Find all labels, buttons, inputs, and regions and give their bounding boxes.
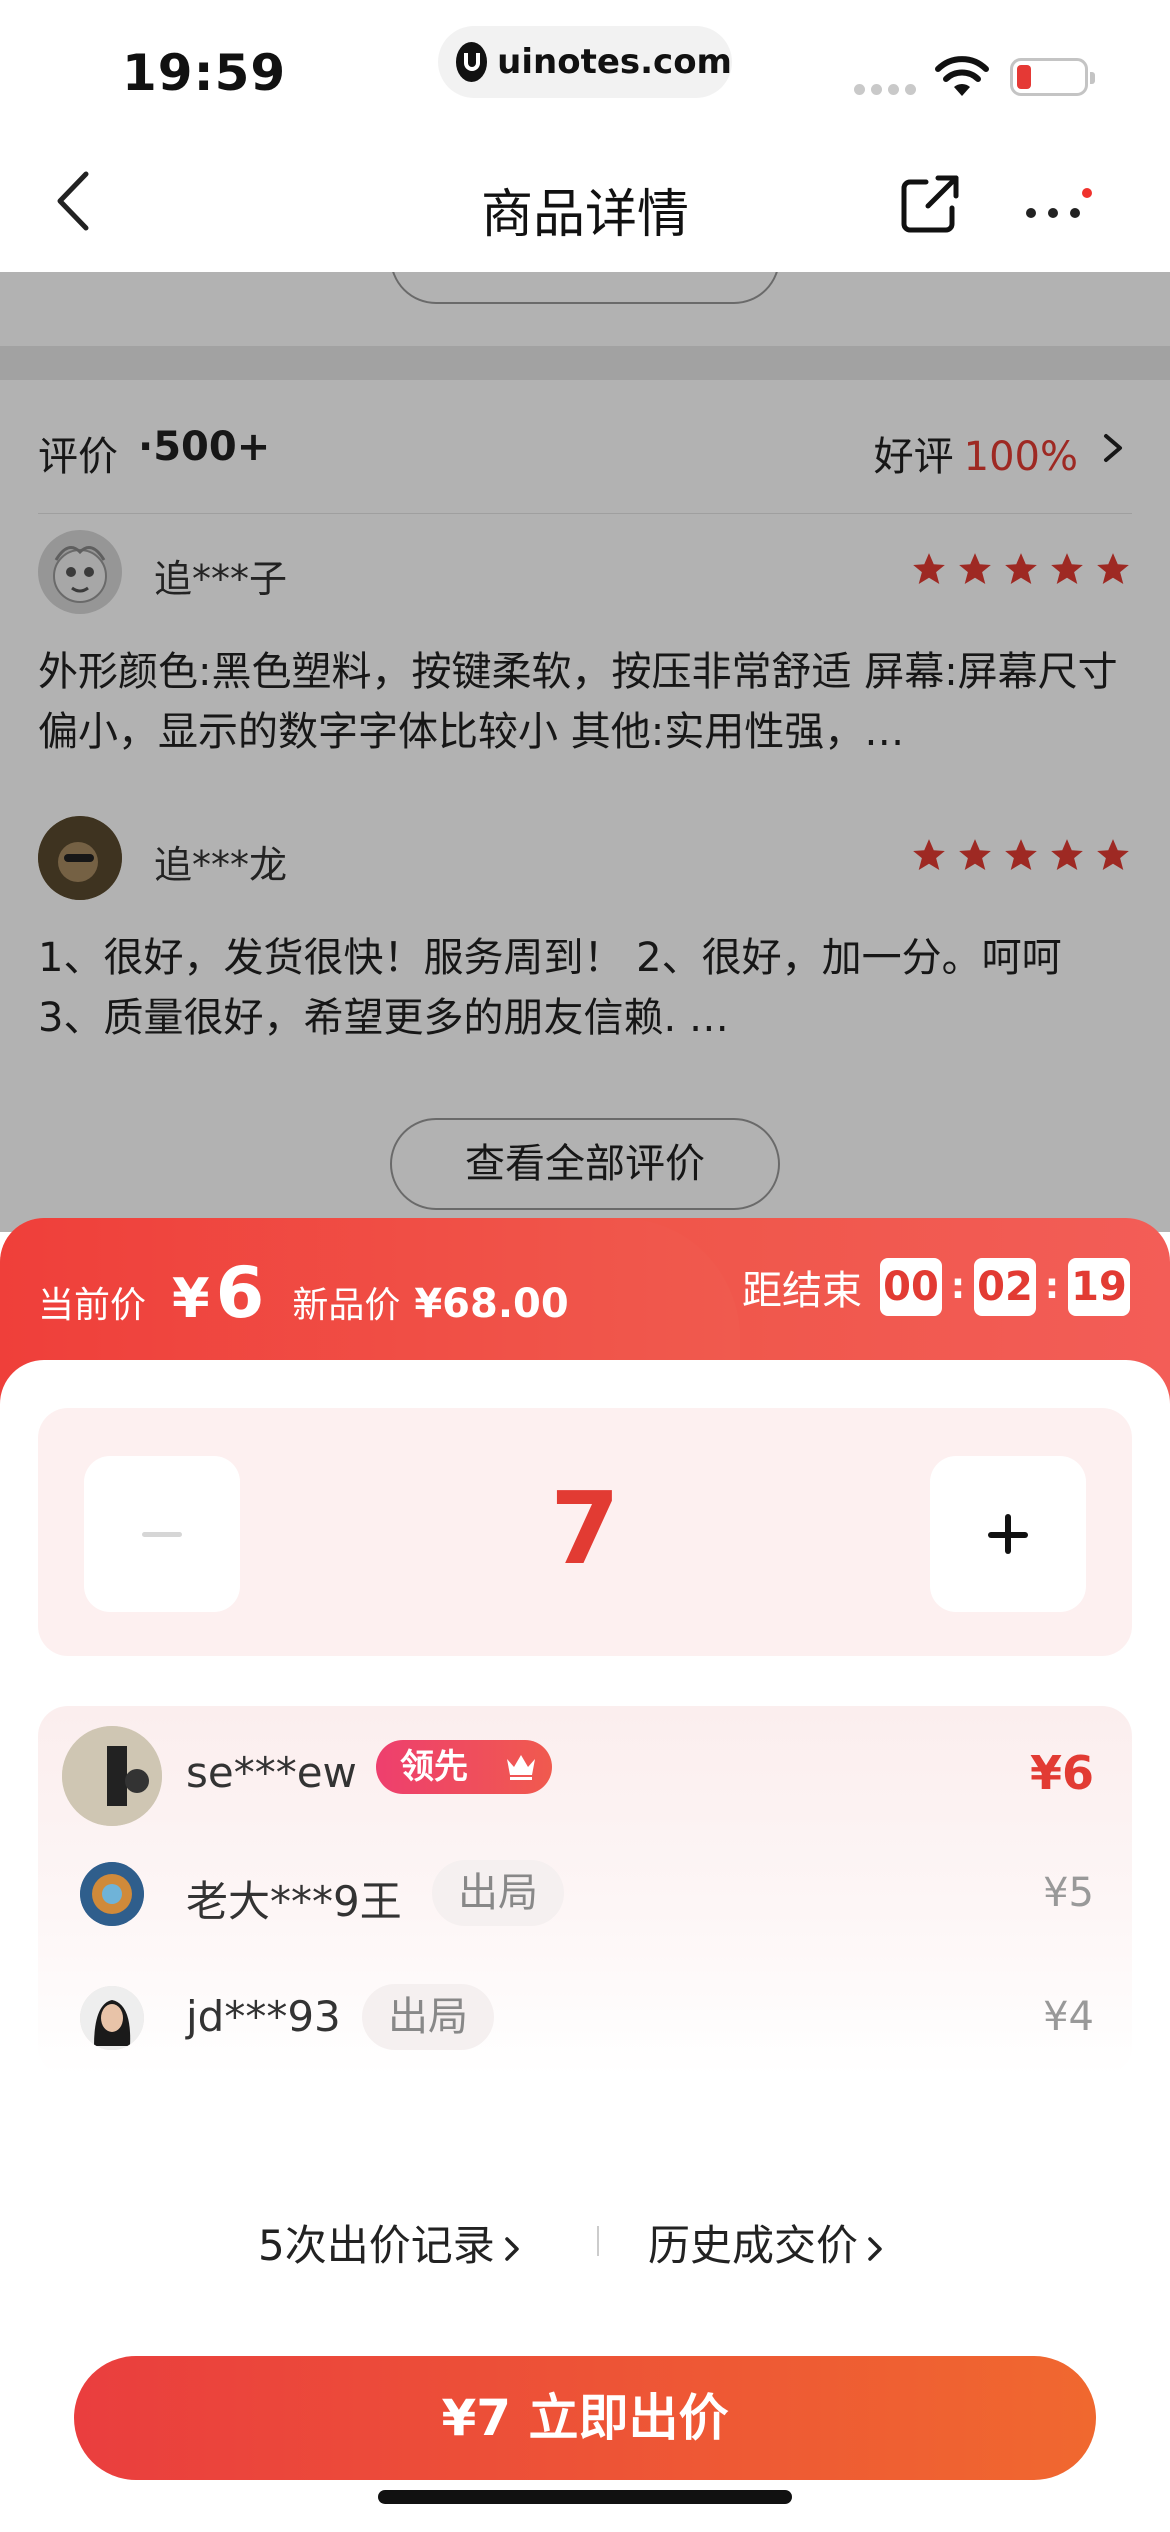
modal-backdrop[interactable]	[0, 272, 1170, 1232]
currency-symbol: ¥	[172, 1267, 210, 1330]
history-price-link[interactable]: 历史成交价	[648, 2212, 886, 2273]
more-options-button[interactable]	[1026, 188, 1092, 228]
outbid-tag: 出局	[362, 1984, 494, 2050]
price-info: 当前价 ¥ 6 新品价 ¥68.00	[38, 1252, 569, 1334]
outbid-tag: 出局	[432, 1860, 564, 1926]
bidder-name: 老大***9王	[186, 1877, 402, 1926]
status-bar: 19:59 uinotes.com	[0, 0, 1170, 130]
bid-amount: ¥4	[1043, 1994, 1094, 2040]
new-price-label: 新品价	[292, 1285, 401, 1326]
bid-amount: ¥5	[1043, 1870, 1094, 1916]
bid-amount: ¥6	[1029, 1746, 1094, 1800]
countdown-label: 距结束	[742, 1268, 862, 1314]
battery-icon	[1010, 58, 1095, 96]
avatar	[80, 1986, 144, 2050]
bid-row-leader: se***ew 领先 ¥6	[38, 1706, 1132, 1826]
new-price: ¥68.00	[414, 1281, 569, 1327]
status-time: 19:59	[122, 44, 287, 102]
place-bid-button[interactable]: ¥7 立即出价	[74, 2356, 1096, 2480]
bid-history-links: 5次出价记录 历史成交价	[0, 2206, 1170, 2276]
bidder-name: jd***93	[186, 1992, 341, 2041]
leading-badge: 领先	[376, 1740, 552, 1794]
countdown-timer: 距结束 00 : 02 : 19	[742, 1258, 1130, 1316]
crown-icon	[507, 1755, 535, 1780]
current-price-label: 当前价	[38, 1285, 147, 1326]
bid-row: jd***93 出局 ¥4	[38, 1954, 1132, 2074]
wifi-icon	[935, 56, 989, 96]
avatar	[80, 1862, 144, 1926]
chevron-right-icon	[868, 2236, 882, 2261]
page-title: 商品详情	[480, 185, 689, 245]
avatar	[62, 1726, 162, 1826]
notification-dot-icon	[1082, 188, 1092, 198]
nav-bar: 商品详情	[0, 130, 1170, 272]
cellular-signal-icon	[854, 84, 916, 95]
share-icon[interactable]	[898, 172, 962, 236]
chevron-right-icon	[504, 2236, 519, 2261]
bid-row: 老大***9王 出局 ¥5	[38, 1830, 1132, 1950]
bid-records-link[interactable]: 5次出价记录	[258, 2212, 523, 2273]
url-text: uinotes.com	[497, 42, 732, 82]
url-pill[interactable]: uinotes.com	[438, 26, 732, 98]
bid-quantity-stepper: 7	[38, 1408, 1132, 1656]
bidder-name: se***ew	[186, 1748, 357, 1797]
divider	[597, 2226, 599, 2256]
countdown-seconds: 19	[1068, 1258, 1130, 1316]
increase-bid-button[interactable]	[930, 1456, 1086, 1612]
site-logo-icon	[456, 42, 488, 82]
current-price: 6	[215, 1252, 265, 1334]
home-indicator	[378, 2490, 792, 2504]
bid-ranking-list: se***ew 领先 ¥6 老大***9王 出局 ¥5 jd***93 出局 ¥…	[38, 1706, 1132, 2076]
countdown-hours: 00	[880, 1258, 942, 1316]
countdown-minutes: 02	[974, 1258, 1036, 1316]
